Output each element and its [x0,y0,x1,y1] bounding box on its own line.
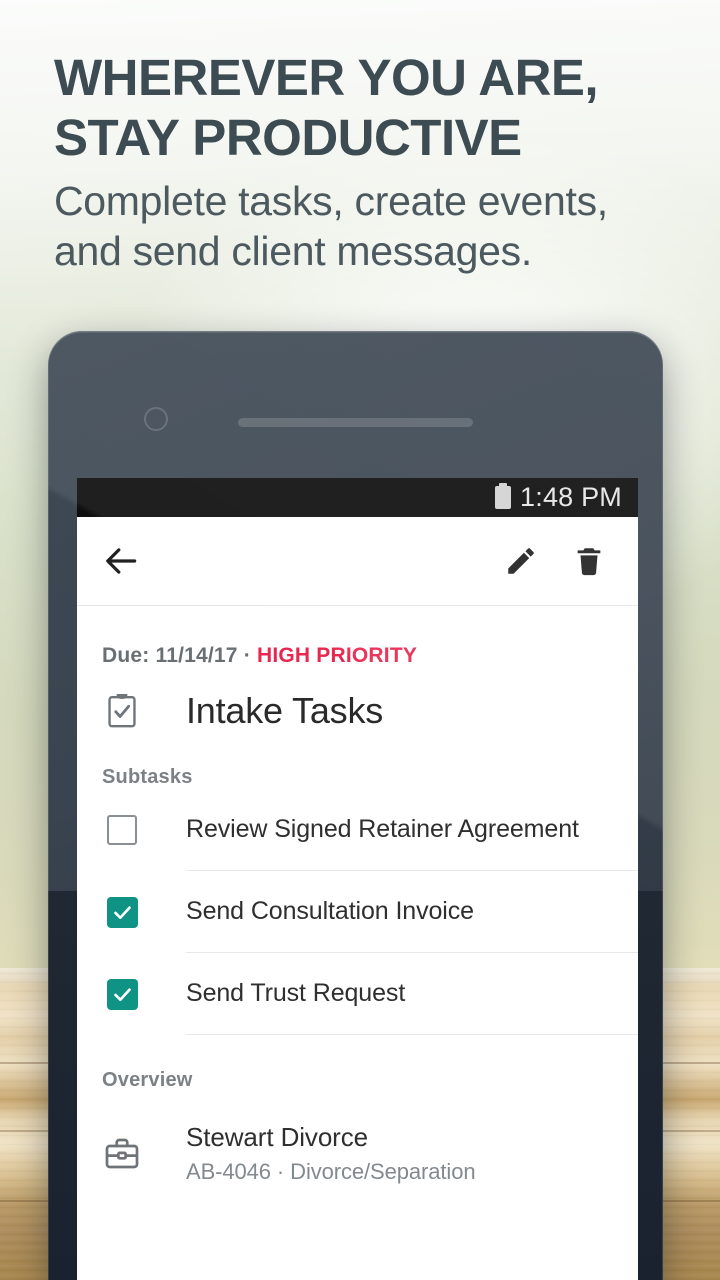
promo-scene: WHEREVER YOU ARE, STAY PRODUCTIVE Comple… [0,0,720,1280]
back-arrow-icon[interactable] [95,534,149,588]
promo-subheadline-line1: Complete tasks, create events, [54,178,608,224]
checkbox-wrap[interactable] [102,815,142,845]
list-item[interactable]: Review Signed Retainer Agreement [77,789,638,871]
list-item[interactable]: Stewart Divorce AB-4046 · Divorce/Separa… [77,1092,638,1185]
task-detail-content: Due: 11/14/17 · HIGH PRIORITY Intake Tas… [77,606,638,1185]
briefcase-icon [102,1137,142,1170]
overview-item-subtitle: AB-4046 · Divorce/Separation [186,1159,476,1184]
status-badge: HIGH PRIORITY [256,644,418,667]
app-bar [77,517,638,606]
promo-headline-line2: STAY PRODUCTIVE [54,109,522,166]
subtasks-section-label: Subtasks [102,766,193,788]
list-item-body: Send Trust Request [186,953,638,1035]
phone-mockup: 1:48 PM Due: 11/14/17 · HIGH PRIORITY In… [48,331,663,1280]
task-title-row: Intake Tasks [77,668,638,732]
due-date-row: Due: 11/14/17 · HIGH PRIORITY [77,606,638,668]
checkbox-checked-icon[interactable] [106,978,138,1010]
clipboard-check-icon [102,693,142,729]
promo-subheadline-line2: and send client messages. [54,228,532,274]
status-bar: 1:48 PM [77,478,638,517]
checkbox-wrap[interactable] [102,978,142,1010]
list-item[interactable]: Send Consultation Invoice [77,871,638,953]
earpiece-speaker [238,418,473,427]
due-date-label: Due: 11/14/17 · [102,644,257,667]
checkbox-wrap[interactable] [102,896,142,928]
page-title: Intake Tasks [186,690,384,731]
overview-item-title: Stewart Divorce [186,1122,368,1152]
list-item-label: Send Consultation Invoice [186,897,474,925]
phone-screen: 1:48 PM Due: 11/14/17 · HIGH PRIORITY In… [77,478,638,1280]
pencil-icon[interactable] [494,534,548,588]
list-item-label: Send Trust Request [186,979,406,1007]
list-item[interactable]: Send Trust Request [77,953,638,1035]
promo-headline-line1: WHEREVER YOU ARE, [54,49,599,106]
checkbox-unchecked-icon[interactable] [107,815,137,845]
trash-icon[interactable] [562,534,616,588]
list-item-body: Send Consultation Invoice [186,871,638,953]
promo-subheadline: Complete tasks, create events, and send … [54,176,674,276]
battery-icon [495,483,512,509]
list-item-body: Review Signed Retainer Agreement [186,789,638,871]
front-camera-icon [144,407,168,431]
promo-headline: WHEREVER YOU ARE, STAY PRODUCTIVE [54,48,674,168]
overview-item-text: Stewart Divorce AB-4046 · Divorce/Separa… [186,1122,476,1185]
status-bar-clock: 1:48 PM [520,482,622,512]
checkbox-checked-icon[interactable] [106,896,138,928]
overview-section-label: Overview [102,1069,193,1091]
list-item-label: Review Signed Retainer Agreement [186,815,579,843]
